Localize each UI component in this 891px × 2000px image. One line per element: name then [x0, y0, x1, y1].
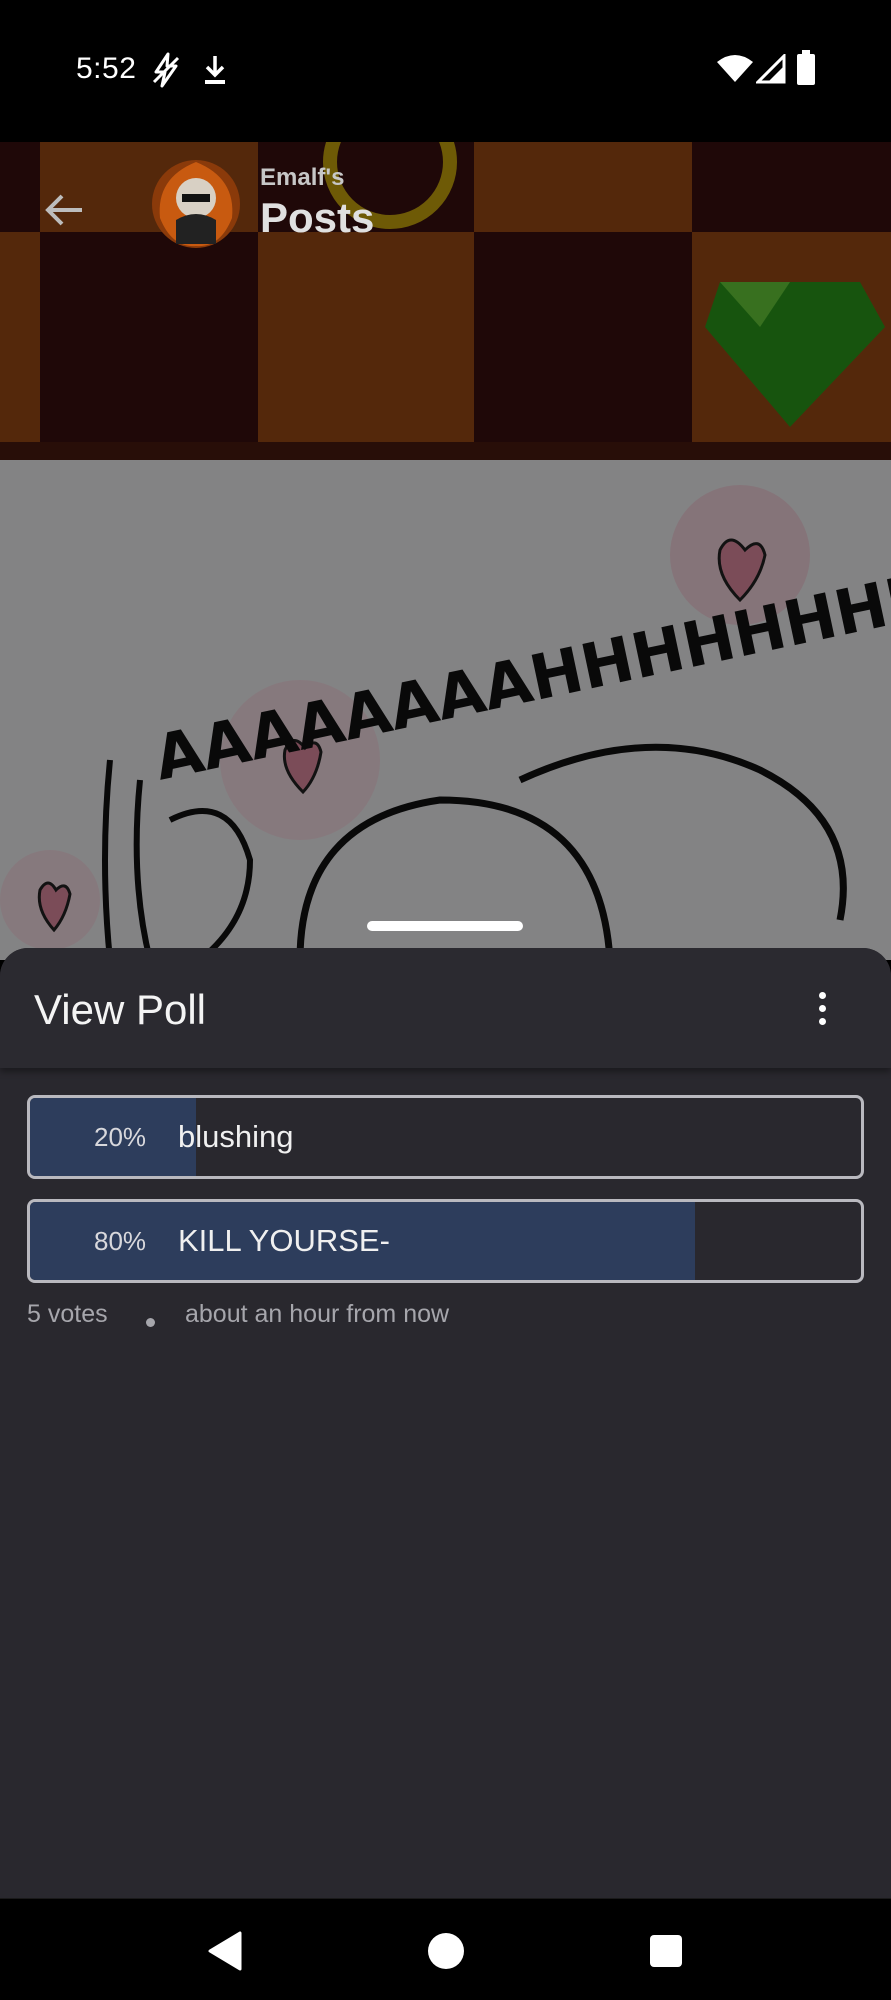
more-vertical-icon [818, 991, 826, 999]
poll-option-percent: 80% [94, 1226, 147, 1256]
poll-option[interactable]: 80% KILL YOURSE- [27, 1199, 864, 1283]
poll-bottom-sheet: View Poll [0, 948, 891, 1898]
post-dim-overlay [0, 460, 891, 960]
avatar[interactable] [150, 158, 242, 250]
wifi-icon [716, 54, 754, 89]
status-bar: 5:52 [0, 0, 891, 142]
profile-banner: Emalf's Posts [0, 142, 891, 460]
system-nav-bar [0, 1898, 891, 2000]
poll-option-label: KILL YOURSE- [178, 1223, 390, 1258]
flash-off-icon [150, 52, 182, 93]
nav-recents-button[interactable] [644, 1929, 688, 1973]
back-button[interactable] [36, 182, 92, 238]
header-subtitle: Emalf's [260, 164, 345, 191]
nav-back-button[interactable] [202, 1929, 246, 1973]
post-image: AAAAAAAAHHHHHHHHH [0, 460, 891, 960]
square-recents-icon [650, 1935, 682, 1967]
sheet-header: View Poll [0, 948, 891, 1068]
battery-icon [796, 50, 816, 91]
arrow-left-icon [45, 194, 82, 226]
banner-dim-overlay [0, 142, 891, 460]
circle-home-icon [428, 1933, 464, 1969]
sheet-title: View Poll [34, 986, 206, 1033]
download-icon [200, 52, 230, 93]
poll-option-label: blushing [178, 1119, 294, 1154]
poll-option[interactable]: 20% blushing [27, 1095, 864, 1179]
cell-signal-icon [754, 52, 786, 89]
meta-separator-dot [146, 1318, 155, 1327]
header-title: Posts [260, 194, 375, 241]
poll-vote-count: 5 votes [27, 1300, 108, 1328]
sheet-drag-handle[interactable] [367, 921, 523, 931]
more-options-button[interactable] [802, 986, 842, 1030]
nav-home-button[interactable] [424, 1929, 468, 1973]
poll-time-remaining: about an hour from now [185, 1300, 450, 1328]
status-time: 5:52 [76, 52, 137, 85]
triangle-back-icon [208, 1931, 242, 1971]
poll-option-percent: 20% [94, 1122, 147, 1152]
